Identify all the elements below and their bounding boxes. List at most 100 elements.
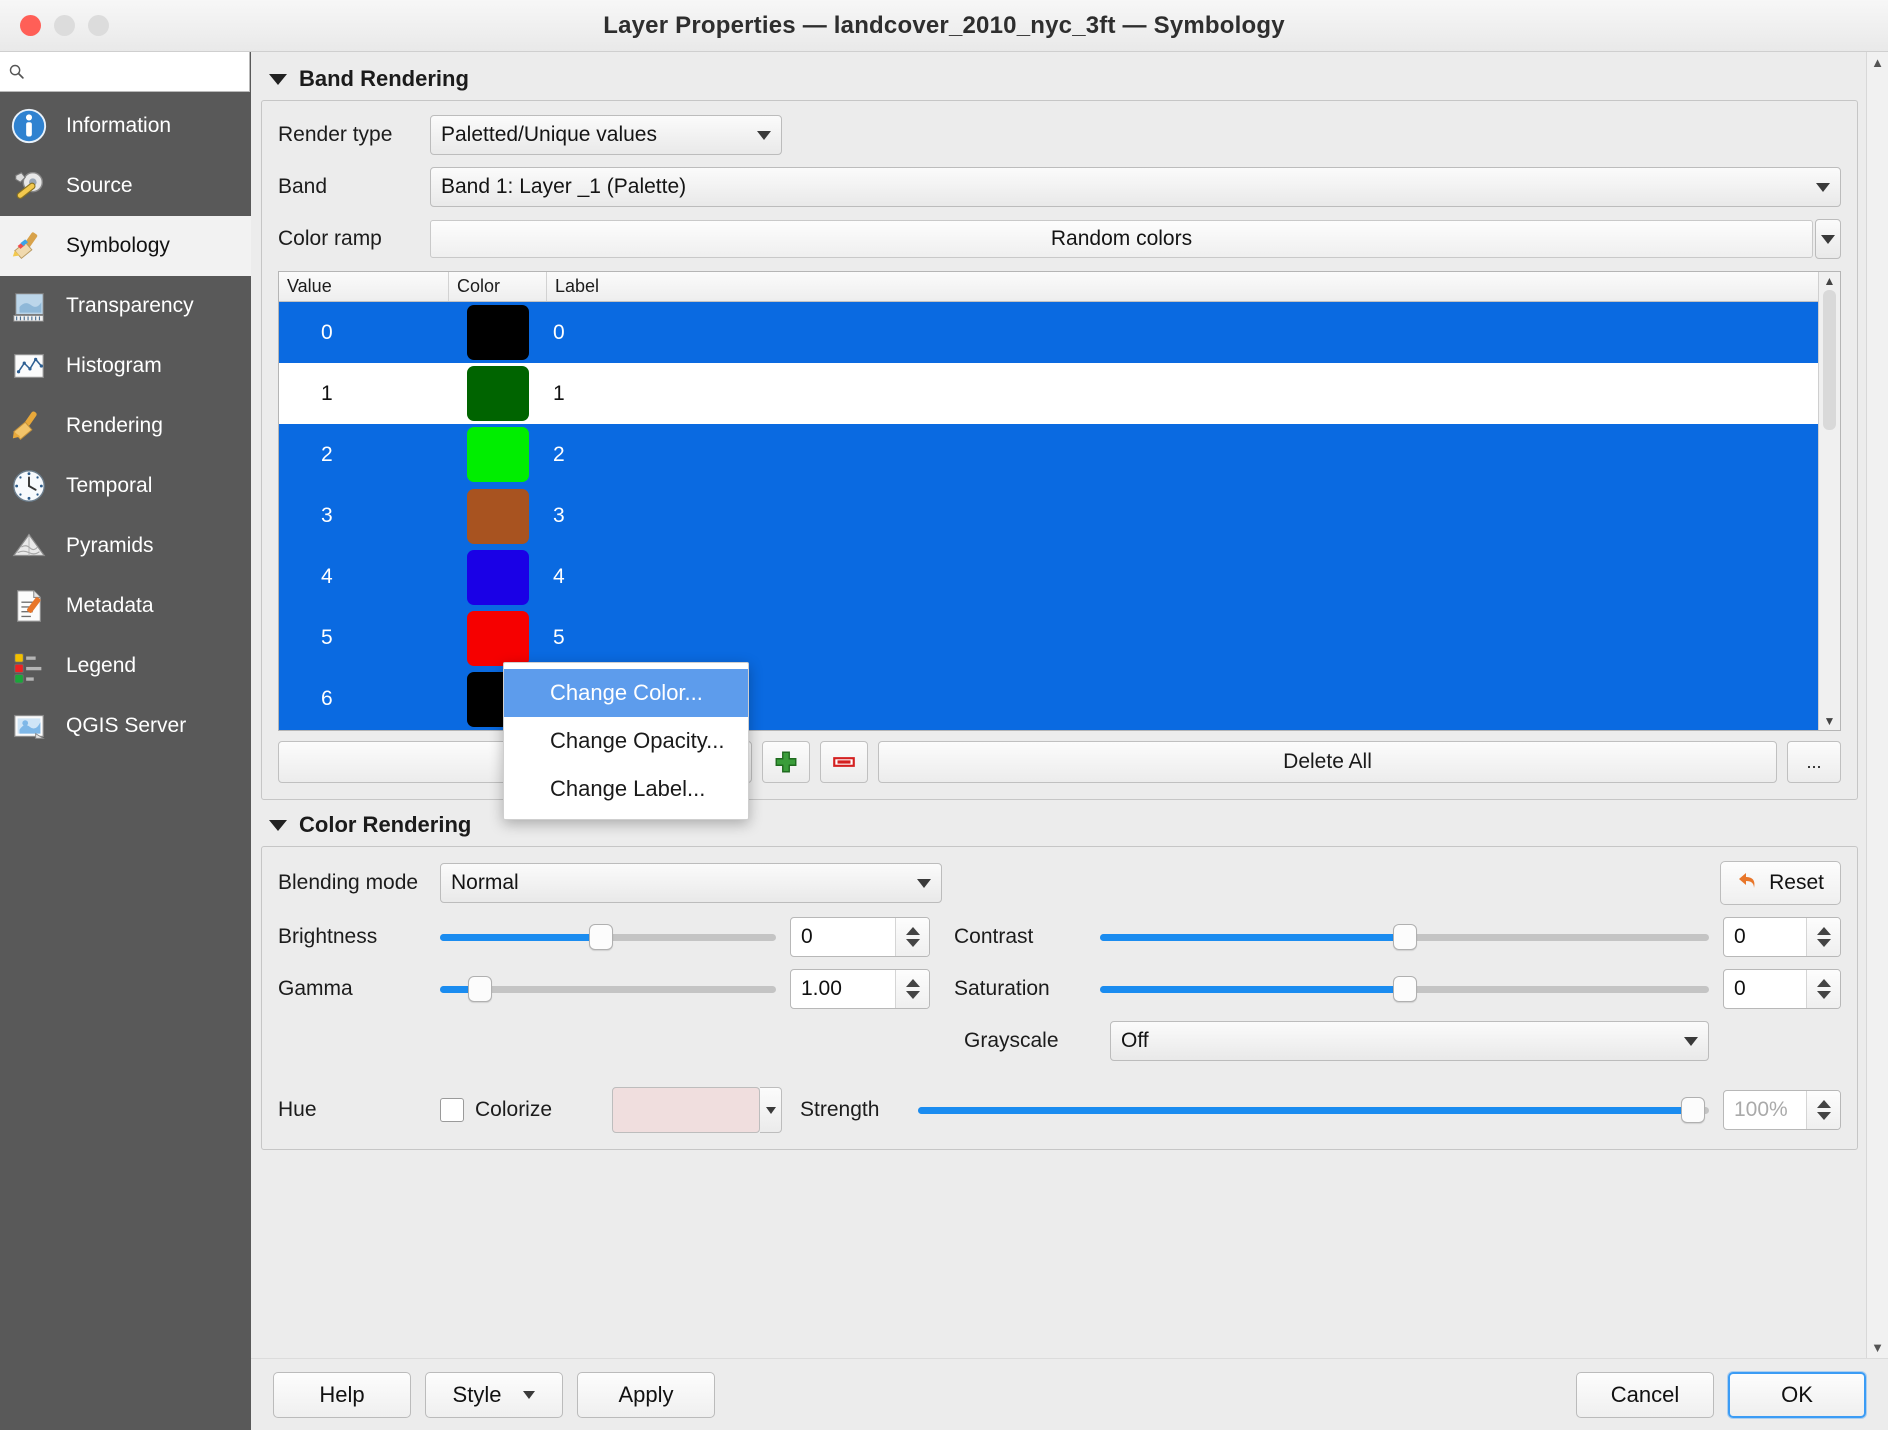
spin-down-icon[interactable] [906, 991, 920, 999]
strength-spinbox[interactable]: 100% [1723, 1090, 1841, 1130]
row-color-cell[interactable] [449, 366, 547, 421]
table-row[interactable]: 0 0 [279, 302, 1818, 363]
color-swatch[interactable] [467, 366, 529, 421]
slider-knob[interactable] [589, 924, 613, 950]
row-color-cell[interactable] [449, 305, 547, 360]
column-header-value[interactable]: Value [279, 272, 449, 301]
scrollbar-thumb[interactable] [1823, 290, 1836, 430]
band-select[interactable]: Band 1: Layer _1 (Palette) [430, 167, 1841, 207]
gamma-spinbox[interactable]: 1.00 [790, 969, 930, 1009]
band-rendering-header[interactable]: Band Rendering [269, 66, 1858, 92]
contrast-slider[interactable] [1100, 924, 1709, 950]
sidebar-item-information[interactable]: Information [0, 96, 251, 156]
sidebar-item-histogram[interactable]: Histogram [0, 336, 251, 396]
table-row[interactable]: 4 4 [279, 547, 1818, 608]
color-ramp-select[interactable]: Random colors [430, 220, 1813, 258]
sidebar-item-source[interactable]: Source [0, 156, 251, 216]
sidebar-item-legend[interactable]: Legend [0, 636, 251, 696]
apply-button[interactable]: Apply [577, 1372, 715, 1418]
scroll-down-icon[interactable]: ▼ [1824, 714, 1836, 728]
sidebar-item-transparency[interactable]: Transparency [0, 276, 251, 336]
collapse-triangle-icon[interactable] [269, 74, 287, 85]
render-type-select[interactable]: Paletted/Unique values [430, 115, 782, 155]
column-header-label[interactable]: Label [547, 272, 1818, 301]
saturation-slider[interactable] [1100, 976, 1709, 1002]
main-scrollbar[interactable]: ▲ ▼ [1866, 52, 1888, 1358]
palette-table-scrollbar[interactable]: ▲ ▼ [1818, 272, 1840, 730]
colorize-checkbox[interactable] [440, 1098, 464, 1122]
search-input[interactable] [31, 62, 241, 82]
scroll-down-icon[interactable]: ▼ [1871, 1341, 1884, 1354]
more-options-button[interactable]: ... [1787, 741, 1841, 783]
table-row[interactable]: 2 2 [279, 424, 1818, 485]
table-row[interactable]: 5 5 [279, 608, 1818, 669]
add-entry-button[interactable] [762, 741, 810, 783]
spin-up-icon[interactable] [906, 927, 920, 935]
scroll-up-icon[interactable]: ▲ [1871, 56, 1884, 69]
row-color-cell[interactable] [449, 611, 547, 666]
spin-down-icon[interactable] [1817, 939, 1831, 947]
strength-slider[interactable] [918, 1097, 1709, 1123]
contrast-spinbox[interactable]: 0 [1723, 917, 1841, 957]
colorize-color-swatch[interactable] [612, 1087, 760, 1133]
ok-button[interactable]: OK [1728, 1372, 1866, 1418]
color-ramp-dropdown-button[interactable] [1815, 219, 1841, 259]
colorize-checkbox-group[interactable]: Colorize [440, 1098, 612, 1122]
brightness-spinbox[interactable]: 0 [790, 917, 930, 957]
sidebar-item-qgis-server[interactable]: QGIS Server [0, 696, 251, 756]
row-color-cell[interactable] [449, 427, 547, 482]
color-swatch[interactable] [467, 611, 529, 666]
spin-arrows[interactable] [895, 918, 929, 956]
column-header-color[interactable]: Color [449, 272, 547, 301]
sidebar-item-metadata[interactable]: Metadata [0, 576, 251, 636]
color-swatch[interactable] [467, 550, 529, 605]
qgis-server-icon [10, 707, 48, 745]
spin-arrows[interactable] [895, 970, 929, 1008]
delete-all-button[interactable]: Delete All [878, 741, 1777, 783]
cancel-button[interactable]: Cancel [1576, 1372, 1714, 1418]
spin-arrows[interactable] [1806, 1091, 1840, 1129]
remove-entry-button[interactable] [820, 741, 868, 783]
spin-down-icon[interactable] [1817, 1112, 1831, 1120]
style-button[interactable]: Style [425, 1372, 563, 1418]
slider-knob[interactable] [1393, 976, 1417, 1002]
colorize-color-picker[interactable] [612, 1087, 782, 1133]
spin-up-icon[interactable] [906, 979, 920, 987]
spin-up-icon[interactable] [1817, 927, 1831, 935]
grayscale-select[interactable]: Off [1110, 1021, 1709, 1061]
color-swatch[interactable] [467, 427, 529, 482]
sidebar-search[interactable] [0, 52, 250, 92]
colorize-color-dropdown[interactable] [760, 1087, 782, 1133]
table-row[interactable]: 1 1 [279, 363, 1818, 424]
reset-button[interactable]: Reset [1720, 861, 1841, 905]
slider-knob[interactable] [468, 976, 492, 1002]
context-menu-item-change-color[interactable]: Change Color... [504, 669, 748, 717]
sidebar-item-temporal[interactable]: Temporal [0, 456, 251, 516]
sidebar-item-pyramids[interactable]: Pyramids [0, 516, 251, 576]
table-row[interactable]: 3 3 [279, 485, 1818, 546]
spin-down-icon[interactable] [1817, 991, 1831, 999]
context-menu-item-change-label[interactable]: Change Label... [504, 765, 748, 813]
spin-arrows[interactable] [1806, 918, 1840, 956]
sidebar-item-symbology[interactable]: Symbology [0, 216, 251, 276]
slider-knob[interactable] [1681, 1097, 1705, 1123]
brightness-slider[interactable] [440, 924, 776, 950]
spin-up-icon[interactable] [1817, 1100, 1831, 1108]
spin-arrows[interactable] [1806, 970, 1840, 1008]
spin-up-icon[interactable] [1817, 979, 1831, 987]
spin-down-icon[interactable] [906, 939, 920, 947]
row-color-cell[interactable] [449, 550, 547, 605]
saturation-spinbox[interactable]: 0 [1723, 969, 1841, 1009]
collapse-triangle-icon[interactable] [269, 820, 287, 831]
slider-knob[interactable] [1393, 924, 1417, 950]
context-menu-item-change-opacity[interactable]: Change Opacity... [504, 717, 748, 765]
scrollbar-thumb[interactable] [1872, 73, 1884, 1337]
sidebar-item-rendering[interactable]: Rendering [0, 396, 251, 456]
scroll-up-icon[interactable]: ▲ [1824, 274, 1836, 288]
color-swatch[interactable] [467, 305, 529, 360]
help-button[interactable]: Help [273, 1372, 411, 1418]
gamma-slider[interactable] [440, 976, 776, 1002]
color-swatch[interactable] [467, 489, 529, 544]
row-color-cell[interactable] [449, 489, 547, 544]
blending-mode-select[interactable]: Normal [440, 863, 942, 903]
